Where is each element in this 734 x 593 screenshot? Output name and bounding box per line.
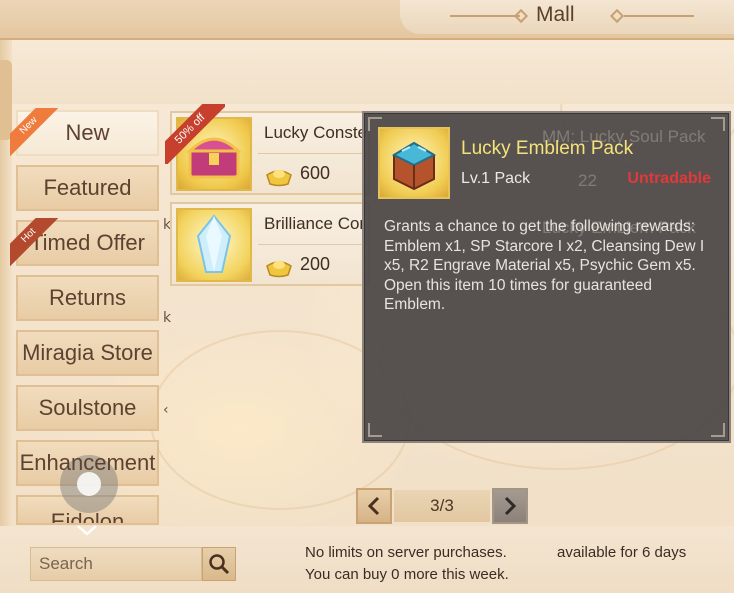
item-price: 600 xyxy=(300,163,331,183)
chevron-left-icon xyxy=(367,496,380,516)
side-mark: k xyxy=(163,310,172,326)
discount-ribbon: 50% off xyxy=(165,104,225,164)
category-label: Eidolon xyxy=(50,509,125,525)
chevron-right-icon xyxy=(504,496,517,516)
category-featured[interactable]: Featured xyxy=(16,165,159,211)
side-mark: ‹ xyxy=(163,402,169,418)
title-ornament-left xyxy=(450,8,530,24)
page-indicator: 3/3 xyxy=(394,490,490,522)
category-label: Returns xyxy=(48,285,127,310)
untradable-label: Untradable xyxy=(627,170,711,187)
category-label: Featured xyxy=(43,175,132,200)
shop-item[interactable]: Brilliance Cor 200 xyxy=(170,202,370,286)
category-label: Miragia Store xyxy=(22,340,153,365)
hot-ribbon: Hot xyxy=(10,218,58,266)
item-tooltip: MM: Lucky Soul Pack 22 Lucky Emblem Pack… xyxy=(362,111,731,443)
mall-screen: Mall New New Featured Hot Timed Offer Re… xyxy=(0,0,734,593)
server-limit-text: No limits on server purchases. xyxy=(305,544,507,561)
obscured-item-price: 22 xyxy=(578,171,597,190)
item-name: Brilliance Cor xyxy=(264,214,366,233)
category-label: Enhancement xyxy=(19,450,156,475)
crystal-icon xyxy=(176,208,252,282)
category-label: New xyxy=(65,120,110,145)
gold-ingot-icon xyxy=(266,170,292,187)
new-ribbon: New xyxy=(10,108,58,156)
search-input[interactable]: Search xyxy=(30,547,202,581)
title-ornament-right xyxy=(609,8,694,24)
category-miragia-store[interactable]: Miragia Store xyxy=(16,330,159,376)
availability-text: available for 6 days xyxy=(557,544,687,561)
header-band xyxy=(0,40,734,104)
category-new[interactable]: New New xyxy=(10,108,159,156)
category-timed-offer[interactable]: Hot Timed Offer xyxy=(10,218,159,266)
category-label: Soulstone xyxy=(38,395,137,420)
category-returns[interactable]: Returns xyxy=(16,275,159,321)
tooltip-item-level: Lv.1 Pack xyxy=(461,170,531,187)
previous-page-button[interactable] xyxy=(356,488,392,524)
gold-ingot-icon xyxy=(266,261,292,278)
tooltip-description: Grants a chance to get the following rew… xyxy=(384,218,705,313)
item-price: 200 xyxy=(300,254,331,274)
tooltip-item-name: Lucky Emblem Pack xyxy=(461,138,634,159)
category-soulstone[interactable]: Soulstone xyxy=(16,385,159,431)
search-button[interactable] xyxy=(202,547,236,581)
next-page-button[interactable] xyxy=(492,488,528,524)
emblem-pack-icon xyxy=(378,127,450,199)
page-title: Mall xyxy=(536,3,575,26)
chevron-down-icon[interactable] xyxy=(76,524,98,536)
item-name: Lucky Conste xyxy=(264,123,367,142)
search-icon xyxy=(209,554,230,575)
weekly-limit-text: You can buy 0 more this week. xyxy=(305,566,509,583)
